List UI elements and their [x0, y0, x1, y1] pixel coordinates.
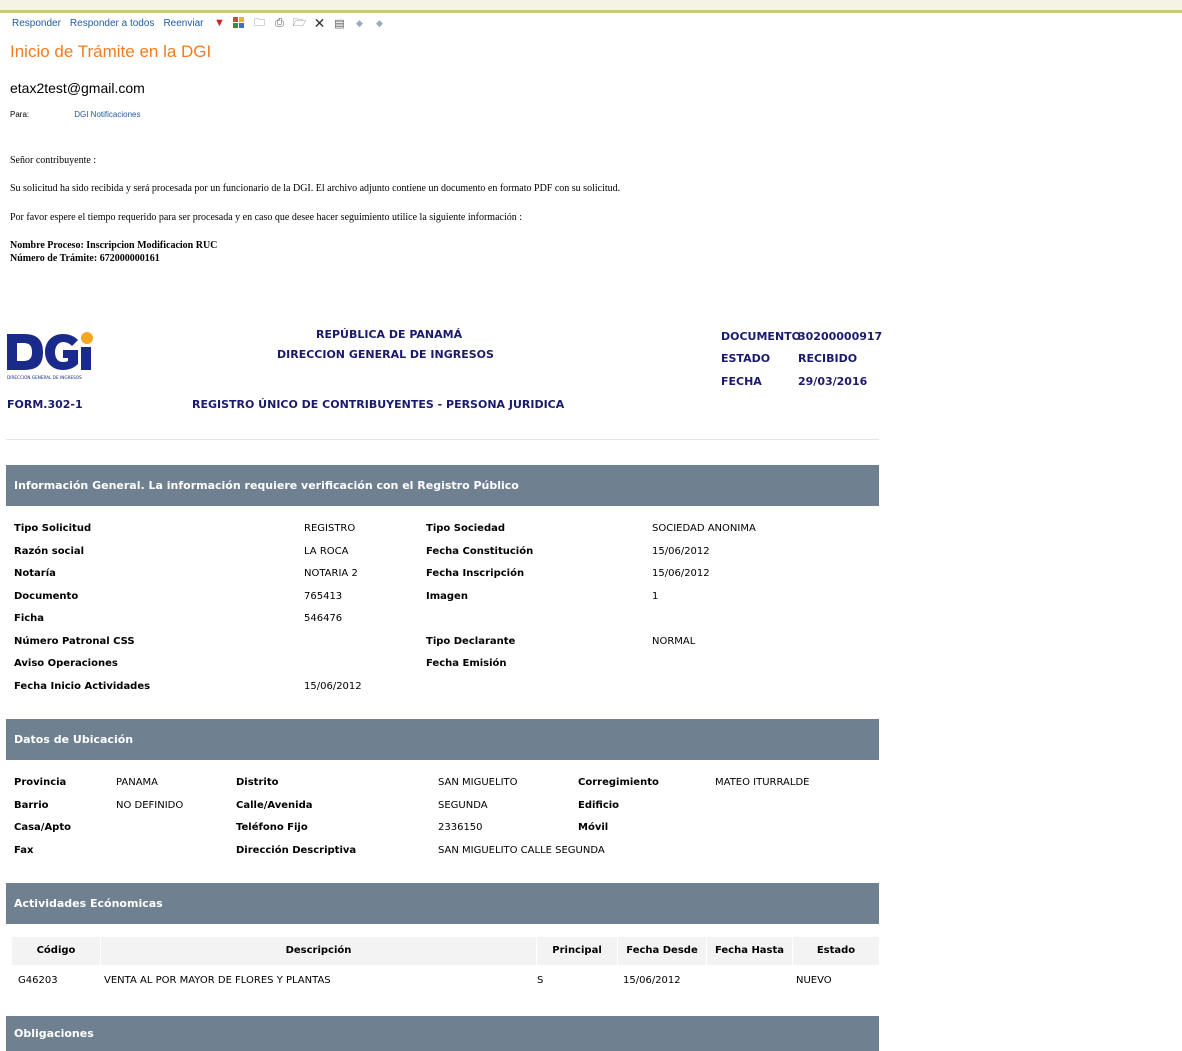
field-label: Distrito — [236, 777, 279, 788]
activity-date-from: 15/06/2012 — [623, 975, 681, 986]
column-header: Descripción — [285, 945, 352, 956]
dgi-logo: DIRECCIÓN GENERAL DE INGRESOS — [6, 330, 96, 382]
general-info-header: Información General. La información requ… — [6, 465, 879, 506]
forward-button[interactable]: Reenviar — [163, 18, 203, 29]
form-title: REGISTRO ÚNICO DE CONTRIBUYENTES - PERSO… — [192, 398, 565, 411]
field-label: Dirección Descriptiva — [236, 845, 357, 856]
estado-label: ESTADO — [721, 352, 771, 365]
column-header: Estado — [816, 945, 856, 956]
field-label: Corregimiento — [578, 777, 659, 788]
field-value: 15/06/2012 — [652, 546, 710, 557]
activity-description: VENTA AL POR MAYOR DE FLORES Y PLANTAS — [104, 975, 331, 986]
field-label: Calle/Avenida — [236, 800, 313, 811]
field-value: 765413 — [304, 591, 343, 602]
activities-table-header: Código Descripción Principal Fecha Desde… — [12, 937, 879, 965]
field-label: Fecha Inicio Actividades — [14, 681, 151, 692]
field-label: Tipo Sociedad — [426, 523, 506, 534]
move-icon[interactable]: ▤ — [332, 16, 346, 30]
column-header: Fecha Desde — [626, 945, 698, 956]
field-label: Fax — [14, 845, 34, 856]
field-label: Aviso Operaciones — [14, 658, 118, 669]
field-label: Barrio — [14, 800, 49, 811]
attachment-icon[interactable]: 🗁 — [292, 16, 307, 30]
documento-label: DOCUMENTO — [721, 330, 802, 343]
activity-code: G46203 — [18, 975, 58, 986]
window-top-strip — [0, 0, 1182, 13]
field-value: 2336150 — [438, 822, 483, 833]
field-value: NORMAL — [652, 636, 696, 647]
next-item-icon[interactable]: ◆ — [372, 16, 386, 30]
activity-status: NUEVO — [796, 975, 832, 986]
column-header: Código — [36, 945, 76, 956]
field-value: NO DEFINIDO — [116, 800, 184, 811]
to-recipient-link[interactable]: DGI Notificaciones — [74, 110, 140, 119]
estado-value: RECIBIDO — [798, 352, 858, 365]
field-label: Casa/Apto — [14, 822, 71, 833]
field-value: LA ROCA — [304, 546, 349, 557]
field-label: Ficha — [14, 613, 45, 624]
field-label: Imagen — [426, 591, 468, 602]
field-label: Móvil — [578, 822, 609, 833]
reply-all-button[interactable]: Responder a todos — [70, 18, 155, 29]
logo-subtext: DIRECCIÓN GENERAL DE INGRESOS — [7, 375, 82, 380]
field-value: SEGUNDA — [438, 800, 488, 811]
field-label: Provincia — [14, 777, 67, 788]
form-code: FORM.302-1 — [7, 398, 83, 411]
field-label: Edificio — [578, 800, 620, 811]
column-header: Principal — [552, 945, 602, 956]
field-value: 15/06/2012 — [304, 681, 362, 692]
field-label: Número Patronal CSS — [14, 636, 135, 647]
email-toolbar: Responder Responder a todos Reenviar ▼ 🗀… — [12, 14, 392, 32]
delete-icon[interactable]: ✕ — [312, 15, 326, 31]
email-to-row: Para: DGI Notificaciones — [10, 110, 140, 119]
field-value: SOCIEDAD ANONIMA — [652, 523, 756, 534]
documento-value: 30200000917 — [798, 330, 883, 343]
field-value: 546476 — [304, 613, 343, 624]
field-value: 15/06/2012 — [652, 568, 710, 579]
email-subject: Inicio de Trámite en la DGI — [10, 42, 212, 61]
field-value: MATEO ITURRALDE — [715, 777, 810, 788]
to-label: Para: — [10, 110, 30, 119]
field-value: NOTARIA 2 — [304, 568, 358, 579]
field-value: SAN MIGUELITO — [438, 777, 518, 788]
print-icon[interactable]: ⎙ — [272, 16, 286, 30]
field-label: Tipo Declarante — [426, 636, 516, 647]
activities-header: Actividades Ecónomicas — [6, 883, 879, 924]
field-value: 1 — [652, 591, 659, 602]
email-sender: etax2test@gmail.com — [10, 80, 145, 96]
greeting-text: Señor contribuyente : — [10, 155, 97, 166]
field-label: Notaría — [14, 568, 56, 579]
location-header: Datos de Ubicación — [6, 719, 879, 760]
process-name: Nombre Proceso: Inscripcion Modificacion… — [10, 240, 218, 251]
field-value: PANAMA — [116, 777, 159, 788]
field-label: Razón social — [14, 546, 85, 557]
field-value: REGISTRO — [304, 523, 356, 534]
field-label: Teléfono Fijo — [236, 822, 308, 833]
field-value: SAN MIGUELITO CALLE SEGUNDA — [438, 845, 605, 856]
activity-principal: S — [537, 975, 544, 986]
header-divider — [6, 439, 879, 440]
field-label: Fecha Inscripción — [426, 568, 525, 579]
move-folder-icon[interactable]: 🗀 — [252, 16, 266, 30]
categorize-icon[interactable] — [232, 16, 246, 30]
procedure-number: Número de Trámite: 672000000161 — [10, 253, 160, 264]
field-label: Fecha Constitución — [426, 546, 534, 557]
field-label: Tipo Solicitud — [14, 523, 92, 534]
field-label: Documento — [14, 591, 79, 602]
fecha-label: FECHA — [721, 375, 762, 388]
country-title: REPÚBLICA DE PANAMÁ — [316, 328, 463, 341]
column-header: Fecha Hasta — [714, 945, 785, 956]
fecha-value: 29/03/2016 — [798, 375, 868, 388]
obligations-header: Obligaciones — [6, 1016, 879, 1051]
reply-button[interactable]: Responder — [12, 18, 61, 29]
flag-icon[interactable]: ▼ — [212, 16, 226, 30]
field-label: Fecha Emisión — [426, 658, 507, 669]
previous-item-icon[interactable]: ◆ — [352, 16, 366, 30]
body-paragraph-1: Su solicitud ha sido recibida y será pro… — [10, 183, 621, 194]
body-paragraph-2: Por favor espere el tiempo requerido par… — [10, 212, 523, 223]
agency-title: DIRECCION GENERAL DE INGRESOS — [277, 348, 494, 361]
